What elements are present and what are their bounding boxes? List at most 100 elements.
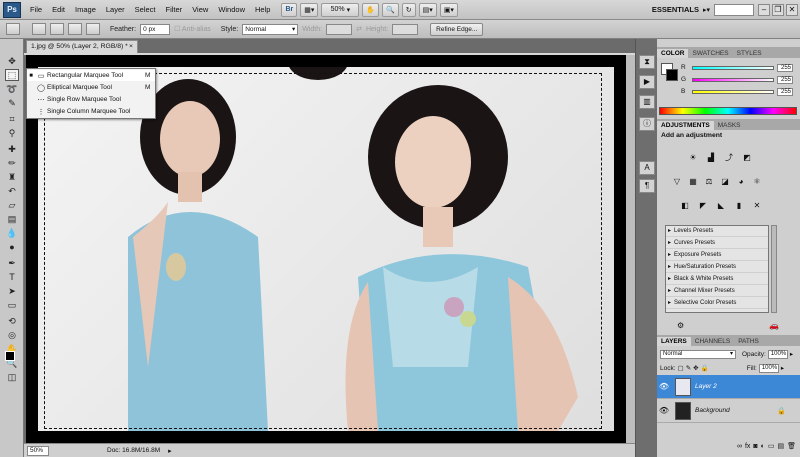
channel-mixer-icon[interactable]: ⚛ xyxy=(751,177,763,187)
eyedropper-tool-icon[interactable]: ⚲ xyxy=(5,127,19,139)
zoom-field[interactable]: 50% xyxy=(27,445,49,456)
curves-icon[interactable]: ⤴ xyxy=(723,153,735,163)
lock-image-icon[interactable]: ✎ xyxy=(686,364,691,372)
tab-masks[interactable]: MASKS xyxy=(714,121,745,130)
preset-channel-mixer[interactable]: Channel Mixer Presets xyxy=(666,286,768,297)
status-menu-icon[interactable]: ▸ xyxy=(168,447,172,455)
document-tab-close-icon[interactable]: × xyxy=(129,43,133,51)
info-panel-icon[interactable]: ⓘ xyxy=(639,117,655,131)
visibility-eye-icon[interactable]: 👁 xyxy=(657,382,671,391)
feather-input[interactable]: 0 px xyxy=(140,23,171,35)
new-group-icon[interactable]: ▭ xyxy=(768,442,775,450)
3d-rotate-tool-icon[interactable]: ⟲ xyxy=(5,315,19,327)
close-button[interactable]: ✕ xyxy=(786,3,798,16)
color-spectrum-bar[interactable] xyxy=(659,107,797,115)
color-balance-icon[interactable]: ⚖ xyxy=(703,177,715,187)
flyout-item-single-row-marquee[interactable]: ⋯ Single Row Marquee Tool xyxy=(27,94,155,105)
gradient-tool-icon[interactable]: ▤ xyxy=(5,213,19,225)
character-panel-icon[interactable]: A xyxy=(639,161,655,175)
quick-mask-icon[interactable]: ◫ xyxy=(5,371,19,383)
flyout-item-elliptical-marquee[interactable]: ◯ Elliptical Marquee Tool M xyxy=(27,82,155,93)
menu-filter[interactable]: Filter xyxy=(161,0,188,20)
vibrance-icon[interactable]: ▽ xyxy=(671,177,683,187)
new-adjustment-icon[interactable]: ◐ xyxy=(761,443,765,450)
green-value-input[interactable]: 255 xyxy=(777,75,793,84)
workspace-menu-icon[interactable]: ▸▾ xyxy=(703,6,710,14)
zoom-level-select[interactable]: 50% ▾ xyxy=(321,2,360,17)
zoom-tool-icon[interactable]: 🔍 xyxy=(382,2,399,17)
path-selection-tool-icon[interactable]: ➤ xyxy=(5,285,19,297)
refine-edge-button[interactable]: Refine Edge... xyxy=(430,22,484,36)
view-extras-icon[interactable]: ▦▾ xyxy=(300,2,319,17)
preset-black-white[interactable]: Black & White Presets xyxy=(666,274,768,285)
tab-adjustments[interactable]: ADJUSTMENTS xyxy=(657,121,714,130)
adjustment-layer-icon[interactable]: ⚙ xyxy=(677,321,684,330)
screen-mode-icon[interactable]: ▣▾ xyxy=(439,2,458,17)
fill-dropdown-icon[interactable]: ▸ xyxy=(781,364,784,372)
rectangular-marquee-tool-icon[interactable]: ⬚ xyxy=(5,69,19,81)
vertical-scrollbar[interactable] xyxy=(626,55,635,443)
red-slider[interactable] xyxy=(692,65,774,70)
lock-all-icon[interactable]: 🔒 xyxy=(701,364,709,372)
flyout-item-single-column-marquee[interactable]: ⋮ Single Column Marquee Tool xyxy=(27,106,155,117)
bridge-button[interactable]: Br xyxy=(281,2,298,17)
menu-window[interactable]: Window xyxy=(213,0,250,20)
tool-preset-icon[interactable] xyxy=(6,23,20,35)
blur-tool-icon[interactable]: 💧 xyxy=(5,227,19,239)
preset-selective-color[interactable]: Selective Color Presets xyxy=(666,298,768,309)
hand-tool-icon[interactable]: ✋ xyxy=(362,2,380,17)
intersect-selection-icon[interactable] xyxy=(86,23,100,35)
selective-color-icon[interactable]: ✕ xyxy=(751,201,763,211)
hue-saturation-icon[interactable]: ▦ xyxy=(687,177,699,187)
brightness-contrast-icon[interactable]: ☀ xyxy=(687,153,699,163)
eraser-tool-icon[interactable]: ▱ xyxy=(5,199,19,211)
visibility-eye-icon[interactable]: 👁 xyxy=(657,406,671,415)
tab-color[interactable]: COLOR xyxy=(657,49,689,58)
preset-hue-saturation[interactable]: Hue/Saturation Presets xyxy=(666,262,768,273)
subtract-selection-icon[interactable] xyxy=(68,23,82,35)
lasso-tool-icon[interactable]: ➰ xyxy=(5,83,19,95)
pen-tool-icon[interactable]: ✒ xyxy=(5,257,19,269)
blend-mode-select[interactable]: Normal ▾ xyxy=(660,349,736,359)
add-to-selection-icon[interactable] xyxy=(50,23,64,35)
type-tool-icon[interactable]: T xyxy=(5,271,19,283)
tab-paths[interactable]: PATHS xyxy=(734,337,763,346)
link-layers-icon[interactable]: ∞ xyxy=(737,443,742,450)
opacity-input[interactable]: 100% xyxy=(767,349,788,359)
crop-tool-icon[interactable]: ⌗ xyxy=(5,113,19,125)
red-value-input[interactable]: 255 xyxy=(777,63,793,72)
arrange-documents-icon[interactable]: ▤▾ xyxy=(418,2,437,17)
preset-curves[interactable]: Curves Presets xyxy=(666,238,768,249)
workspace-switcher[interactable]: ESSENTIALS xyxy=(652,5,699,14)
menu-select[interactable]: Select xyxy=(130,0,161,20)
clip-layer-icon[interactable]: 🚗 xyxy=(769,321,779,330)
shape-tool-icon[interactable]: ▭ xyxy=(5,299,19,311)
help-search-input[interactable] xyxy=(714,3,754,16)
opacity-dropdown-icon[interactable]: ▸ xyxy=(790,350,793,358)
levels-icon[interactable]: ▟ xyxy=(705,153,717,163)
menu-layer[interactable]: Layer xyxy=(101,0,130,20)
brush-tool-icon[interactable]: ✏ xyxy=(5,157,19,169)
lock-transparent-icon[interactable]: ▢ xyxy=(678,364,684,372)
presets-scrollbar[interactable] xyxy=(771,225,777,313)
lock-position-icon[interactable]: ✥ xyxy=(693,364,698,372)
foreground-color-swatch[interactable] xyxy=(5,351,15,361)
layer-row-background[interactable]: 👁 Background 🔒 xyxy=(657,399,800,423)
delete-layer-icon[interactable]: 🗑 xyxy=(787,442,796,450)
tab-layers[interactable]: LAYERS xyxy=(657,337,691,346)
invert-icon[interactable]: ◧ xyxy=(679,201,691,211)
blue-value-input[interactable]: 255 xyxy=(777,87,793,96)
preset-exposure[interactable]: Exposure Presets xyxy=(666,250,768,261)
exposure-icon[interactable]: ◩ xyxy=(741,153,753,163)
green-slider[interactable] xyxy=(692,77,774,82)
fill-input[interactable]: 100% xyxy=(758,363,779,373)
style-select[interactable]: Normal ▾ xyxy=(242,23,299,35)
menu-view[interactable]: View xyxy=(187,0,213,20)
new-selection-icon[interactable] xyxy=(32,23,46,35)
clone-stamp-tool-icon[interactable]: ♜ xyxy=(5,171,19,183)
tab-swatches[interactable]: SWATCHES xyxy=(688,49,732,58)
new-layer-icon[interactable]: ▤ xyxy=(777,442,784,450)
restore-button[interactable]: ❐ xyxy=(772,3,784,16)
menu-help[interactable]: Help xyxy=(250,0,275,20)
background-color-chip[interactable] xyxy=(666,69,678,81)
